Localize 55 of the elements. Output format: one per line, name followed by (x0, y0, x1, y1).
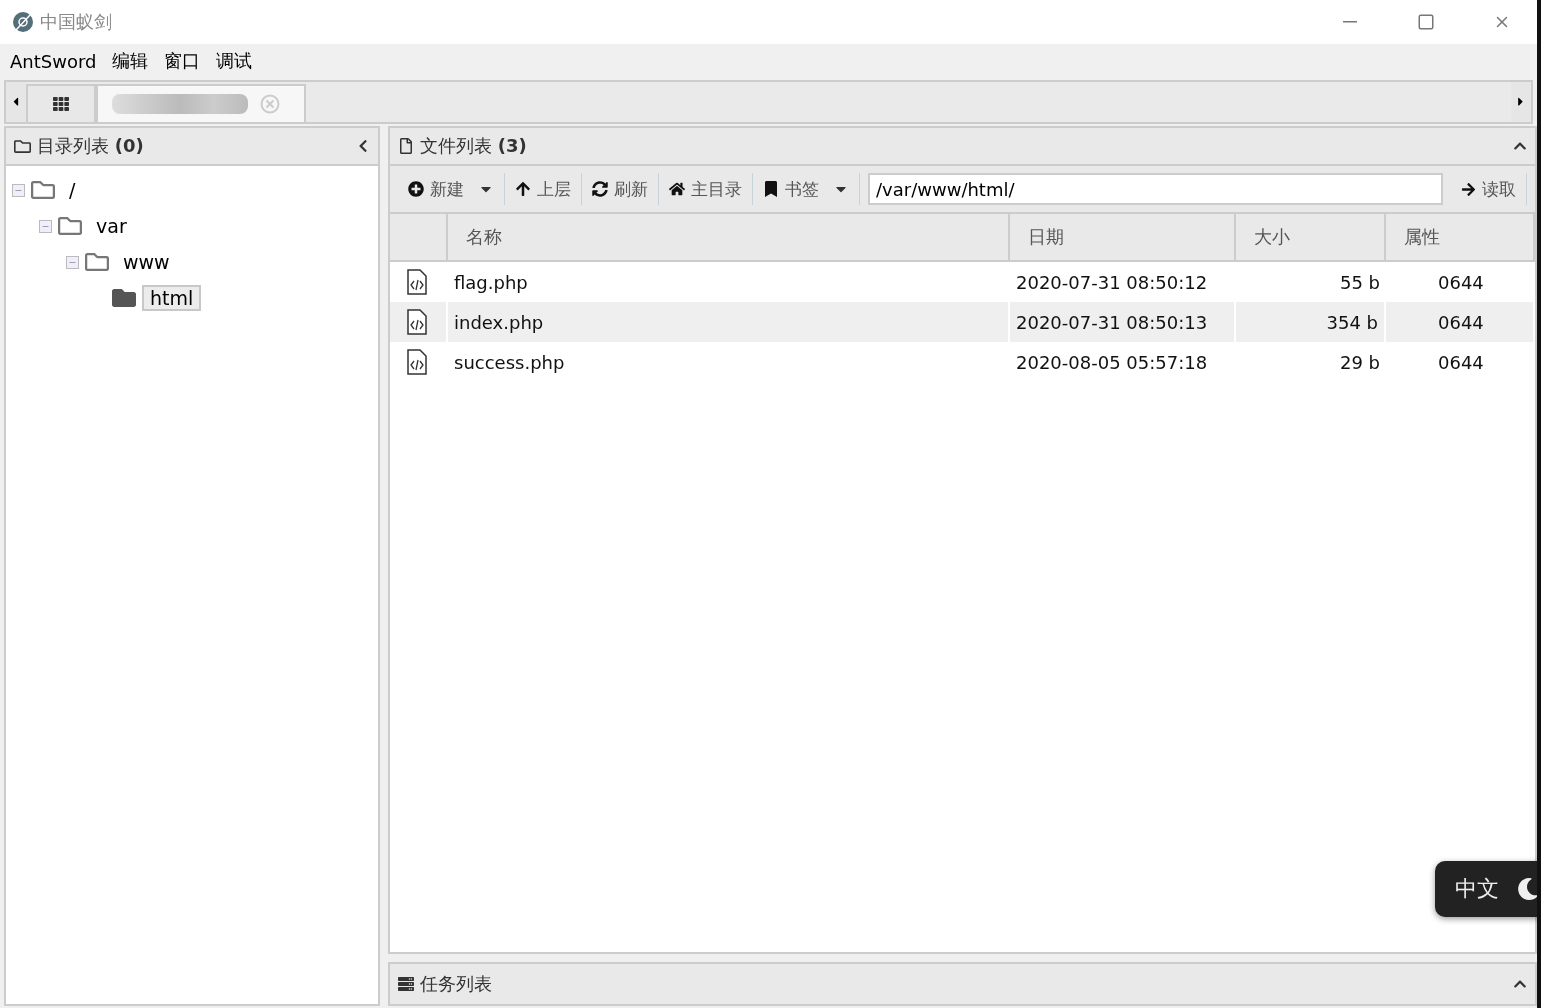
code-file-icon (406, 309, 428, 335)
collapse-toggle-icon[interactable] (66, 255, 79, 269)
panel-title: 目录列表 (0) (37, 134, 145, 158)
close-tab-icon[interactable] (260, 94, 280, 114)
tree-item[interactable]: / (61, 177, 84, 203)
menu-item[interactable]: 窗口 (158, 49, 207, 73)
folder-icon (85, 250, 109, 274)
toolbar-button[interactable]: 主目录 (659, 173, 753, 205)
column-header[interactable]: 大小 (1236, 214, 1386, 262)
server-icon (398, 976, 414, 992)
file-name-cell[interactable]: index.php (448, 302, 1010, 342)
path-field[interactable]: /var/www/html/ (868, 173, 1443, 205)
arrow-up-icon (515, 181, 531, 197)
menu-item[interactable]: 调试 (210, 49, 259, 73)
toolbar-button[interactable]: 书签 (753, 173, 860, 205)
collapse-toggle-icon[interactable] (39, 219, 52, 233)
folder-icon (31, 178, 55, 202)
maximize-icon (1417, 13, 1435, 31)
size-cell: 354 b (1236, 302, 1386, 342)
panel-title: 文件列表 (3) (420, 134, 528, 158)
panel-title: 任务列表 (420, 972, 493, 996)
refresh-icon (592, 181, 608, 197)
attribute-cell: 0644 (1386, 302, 1535, 342)
collapse-toggle-icon[interactable] (12, 183, 25, 197)
menu-item[interactable]: 编辑 (106, 49, 155, 73)
column-header[interactable]: 名称 (448, 214, 1010, 262)
minimize-icon (1343, 21, 1357, 23)
bookmark-icon (763, 181, 779, 197)
scroll-left-button[interactable] (6, 82, 26, 122)
language-toggle[interactable]: 中文 (1435, 861, 1537, 917)
code-file-icon (406, 269, 428, 295)
home-tab[interactable] (26, 84, 96, 122)
read-button[interactable]: 读取 (1451, 173, 1527, 205)
column-header[interactable]: 日期 (1010, 214, 1236, 262)
tree-item[interactable]: www (115, 249, 178, 275)
column-header[interactable]: 属性 (1386, 214, 1535, 262)
grid-icon (53, 96, 69, 112)
menu-item[interactable]: AntSword (4, 50, 103, 72)
file-icon (398, 138, 414, 154)
toolbar-button[interactable]: 刷新 (582, 173, 659, 205)
folder-icon (14, 137, 31, 155)
tree-item[interactable]: html (142, 285, 202, 311)
window-title: 中国蚁剑 (40, 10, 113, 34)
folder-icon (58, 214, 82, 238)
moon-icon (1517, 878, 1537, 900)
scroll-right-button[interactable] (1511, 82, 1531, 122)
code-file-icon (406, 349, 428, 375)
toolbar-button[interactable]: 新建 (398, 173, 505, 205)
folder-icon (112, 286, 136, 310)
app-logo-icon (12, 11, 34, 33)
home-icon (669, 181, 685, 197)
toolbar-button[interactable]: 上层 (505, 173, 582, 205)
date-cell: 2020-07-31 08:50:13 (1010, 302, 1236, 342)
tree-item[interactable]: var (88, 213, 135, 239)
arrow-right-icon (1461, 181, 1476, 197)
